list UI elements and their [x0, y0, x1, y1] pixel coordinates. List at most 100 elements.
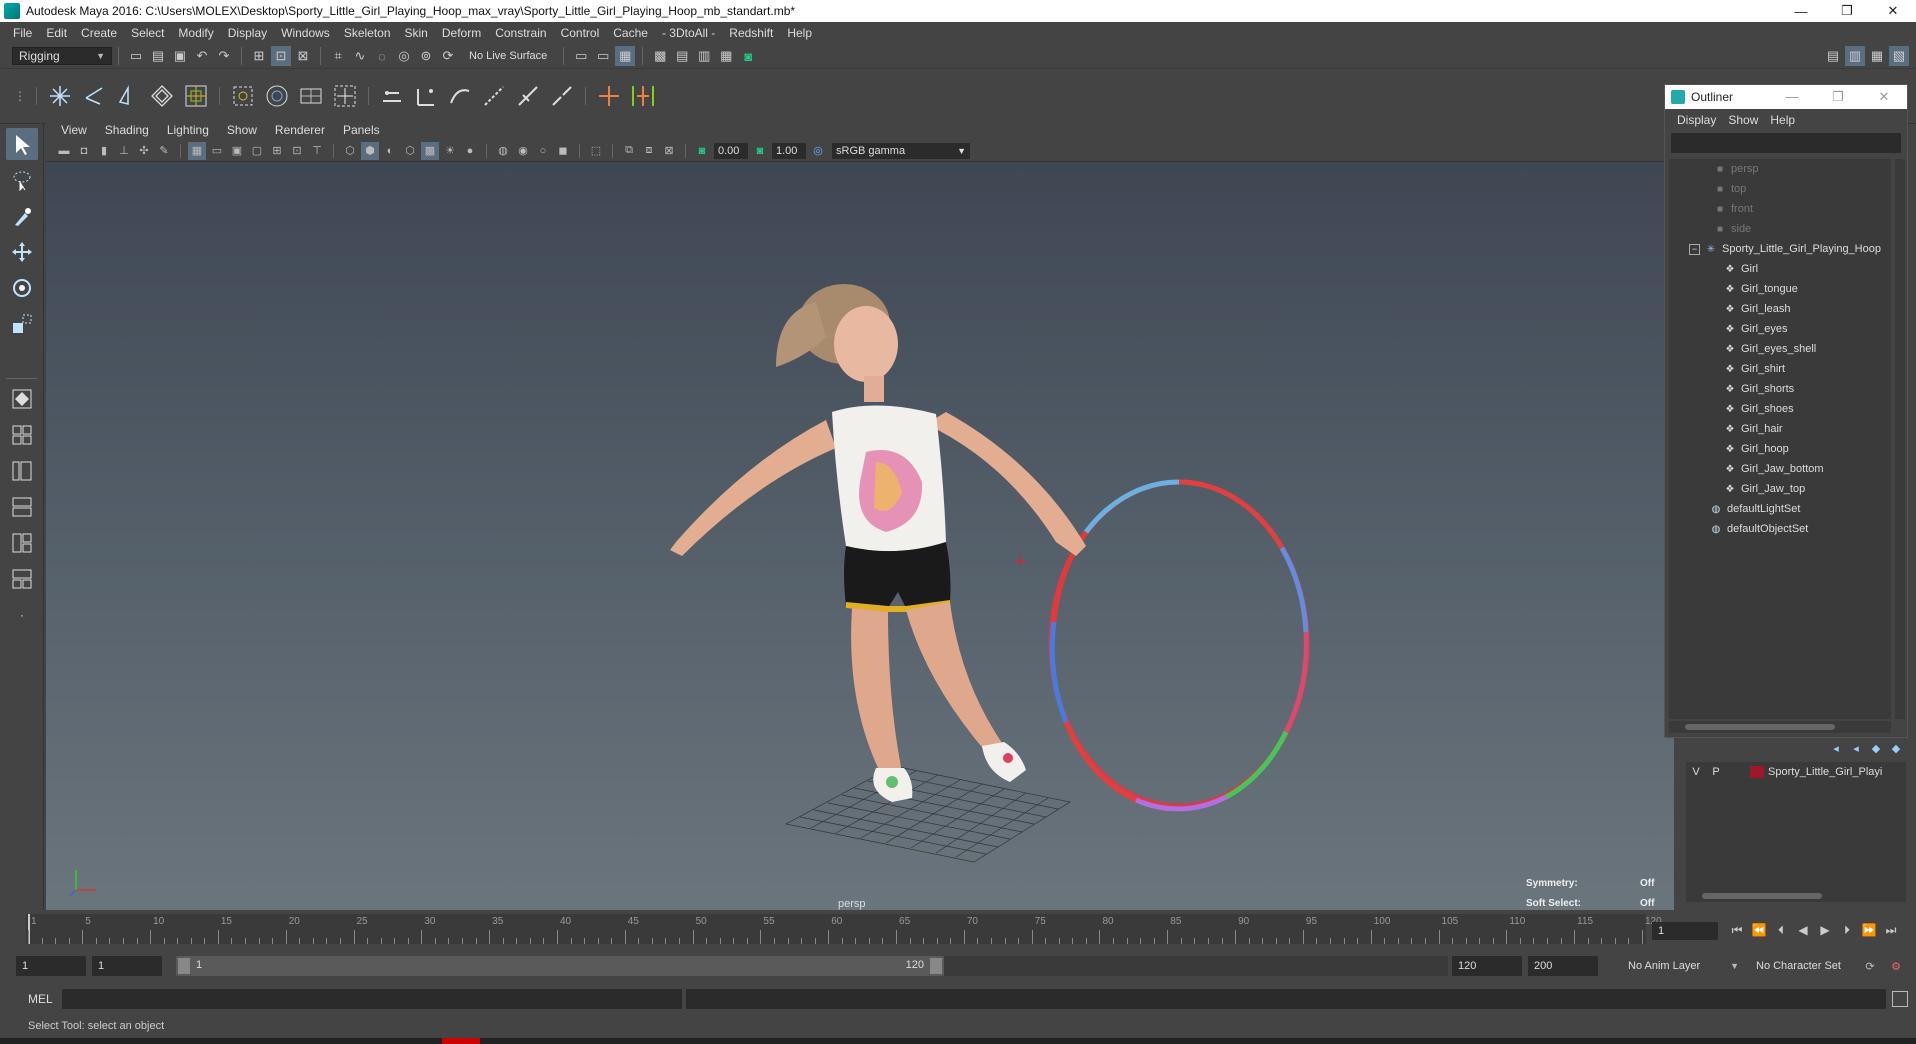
- outliner-maximize-button[interactable]: ❐: [1815, 89, 1861, 105]
- time-slider-track[interactable]: 1 5 10 15 20 25 30 35 40 45 50 55 60 65 70 75 80 85 90 95 10…: [26, 914, 1662, 944]
- layer-name[interactable]: Sporty_Little_Girl_Playi: [1768, 766, 1882, 778]
- input-ops-icon[interactable]: ▭: [571, 46, 591, 66]
- menu-select[interactable]: Select: [124, 26, 171, 40]
- connect-joint-icon[interactable]: [513, 81, 543, 111]
- redo-icon[interactable]: ↷: [214, 46, 234, 66]
- wireframe-on-shaded-icon[interactable]: ⬡: [401, 142, 419, 160]
- select-hierarchy-icon[interactable]: ⊞: [249, 46, 269, 66]
- outliner-close-button[interactable]: ✕: [1861, 89, 1907, 105]
- outliner-row-girl-leash[interactable]: ❖ Girl_leash: [1669, 299, 1891, 319]
- scale-tool-icon[interactable]: [6, 308, 38, 340]
- outliner-row-girl-shoes[interactable]: ❖ Girl_shoes: [1669, 399, 1891, 419]
- scrollbar-thumb[interactable]: [1702, 893, 1822, 899]
- layer-color-swatch[interactable]: [1750, 766, 1764, 778]
- camera-attributes-icon[interactable]: ◘: [75, 142, 93, 160]
- menu-help[interactable]: Help: [780, 26, 819, 40]
- viewport-scene[interactable]: [46, 162, 1674, 910]
- outliner-row-girl-jaw-bottom[interactable]: ❖ Girl_Jaw_bottom: [1669, 459, 1891, 479]
- go-to-start-icon[interactable]: ⏮: [1726, 920, 1748, 940]
- outliner-vertical-scrollbar[interactable]: [1895, 159, 1905, 719]
- exposure-icon[interactable]: ◙: [693, 142, 711, 160]
- render-settings-icon[interactable]: ▦: [716, 46, 736, 66]
- script-editor-icon[interactable]: [1892, 991, 1908, 1007]
- construction-history-icon[interactable]: ▦: [615, 46, 636, 66]
- step-back-frame-icon[interactable]: ⏴: [1770, 920, 1792, 940]
- paint-weights-icon[interactable]: [330, 81, 360, 111]
- vp-menu-renderer[interactable]: Renderer: [266, 123, 334, 137]
- isolate-select-icon[interactable]: ⬚: [587, 142, 605, 160]
- step-back-key-icon[interactable]: ⏪: [1748, 920, 1770, 940]
- step-forward-key-icon[interactable]: ⏩: [1858, 920, 1880, 940]
- close-button[interactable]: ✕: [1870, 0, 1916, 22]
- menu-file[interactable]: File: [6, 26, 39, 40]
- current-frame-field[interactable]: 1: [1652, 922, 1718, 940]
- vp-menu-show[interactable]: Show: [218, 123, 266, 137]
- disconnect-joint-icon[interactable]: [547, 81, 577, 111]
- menu-redshift[interactable]: Redshift: [722, 26, 780, 40]
- safe-action-icon[interactable]: ⊡: [288, 142, 306, 160]
- outliner-row-root-group[interactable]: − ✳ Sporty_Little_Girl_Playing_Hoop: [1669, 239, 1891, 259]
- multisample-aa-icon[interactable]: ○: [534, 142, 552, 160]
- outliner-search-input[interactable]: [1671, 133, 1901, 153]
- parent-constraint-icon[interactable]: [628, 81, 658, 111]
- select-camera-icon[interactable]: ▬: [55, 142, 73, 160]
- character-set-dropdown[interactable]: No Character Set: [1752, 956, 1841, 976]
- menu-constrain[interactable]: Constrain: [488, 26, 553, 40]
- snap-view-icon[interactable]: ◎: [394, 46, 414, 66]
- remove-joint-icon[interactable]: [479, 81, 509, 111]
- field-chart-icon[interactable]: ⊞: [268, 142, 286, 160]
- menu-display[interactable]: Display: [221, 26, 274, 40]
- outliner-horizontal-scrollbar[interactable]: [1669, 721, 1891, 733]
- single-perspective-layout-icon[interactable]: [6, 383, 38, 415]
- channel-box-toggle-icon[interactable]: ▧: [1889, 46, 1909, 66]
- smooth-shade-icon[interactable]: ⬢: [361, 141, 379, 160]
- bind-skin-icon[interactable]: [228, 81, 258, 111]
- select-tool-icon[interactable]: [6, 128, 38, 160]
- grid-icon[interactable]: ▦: [188, 141, 206, 160]
- exposure-field[interactable]: 0.00: [714, 142, 748, 159]
- range-bar[interactable]: 1 120: [176, 956, 944, 976]
- persp-graph-layout-icon[interactable]: [6, 491, 38, 523]
- hypershade-layout-icon[interactable]: [6, 527, 38, 559]
- auto-key-icon[interactable]: ⟳: [1861, 957, 1879, 975]
- locator-icon[interactable]: [594, 81, 624, 111]
- xray-active-icon[interactable]: ⧈: [640, 142, 658, 160]
- menu-skeleton[interactable]: Skeleton: [337, 26, 398, 40]
- layout-more-icon[interactable]: ·: [6, 599, 38, 631]
- go-to-end-icon[interactable]: ⏭: [1880, 920, 1902, 940]
- end-time-field[interactable]: 200: [1528, 956, 1598, 976]
- outliner-row-girl-shorts[interactable]: ❖ Girl_shorts: [1669, 379, 1891, 399]
- image-plane-icon[interactable]: ⊥: [115, 142, 133, 160]
- grease-pencil-icon[interactable]: ✎: [155, 142, 173, 160]
- gamma-field[interactable]: 1.00: [772, 142, 806, 159]
- viewport-panel[interactable]: View Shading Lighting Show Renderer Pane…: [46, 120, 1674, 910]
- outliner-row-default-light-set[interactable]: ◍ defaultLightSet: [1669, 499, 1891, 519]
- snap-point-icon[interactable]: ◌: [372, 46, 392, 66]
- outliner-row-girl-eyes-shell[interactable]: ❖ Girl_eyes_shell: [1669, 339, 1891, 359]
- shelf-tabs-icon[interactable]: ⋮: [12, 81, 28, 111]
- xray-joints-icon[interactable]: ⊠: [660, 142, 678, 160]
- live-surface-label[interactable]: No Live Surface: [469, 50, 547, 62]
- gate-mask-icon[interactable]: ▢: [248, 142, 266, 160]
- smooth-bind-icon[interactable]: [262, 81, 292, 111]
- new-scene-icon[interactable]: ▭: [126, 46, 146, 66]
- menu-cache[interactable]: Cache: [606, 26, 655, 40]
- outliner-titlebar[interactable]: Outliner — ❐ ✕: [1665, 85, 1907, 109]
- resolution-gate-icon[interactable]: ▣: [228, 142, 246, 160]
- screen-space-ao-icon[interactable]: ◍: [494, 142, 512, 160]
- ik-spline-icon[interactable]: [113, 81, 143, 111]
- tool-settings-toggle-icon[interactable]: ▦: [1867, 46, 1887, 66]
- joint-tool-icon[interactable]: [45, 81, 75, 111]
- outliner-menu-help[interactable]: Help: [1764, 113, 1801, 127]
- wireframe-icon[interactable]: ⬡: [341, 142, 359, 160]
- outliner-row-top[interactable]: ■ top: [1669, 179, 1891, 199]
- mirror-joint-icon[interactable]: [377, 81, 407, 111]
- outliner-row-front[interactable]: ■ front: [1669, 199, 1891, 219]
- attribute-editor-toggle-icon[interactable]: ▥: [1845, 46, 1865, 66]
- outliner-row-side[interactable]: ■ side: [1669, 219, 1891, 239]
- outliner-row-girl[interactable]: ❖ Girl: [1669, 259, 1891, 279]
- play-backwards-icon[interactable]: ◀: [1792, 920, 1814, 940]
- vp-menu-panels[interactable]: Panels: [334, 123, 389, 137]
- animation-preferences-icon[interactable]: ⚙: [1887, 957, 1905, 975]
- layer-horizontal-scrollbar[interactable]: [1686, 890, 1906, 902]
